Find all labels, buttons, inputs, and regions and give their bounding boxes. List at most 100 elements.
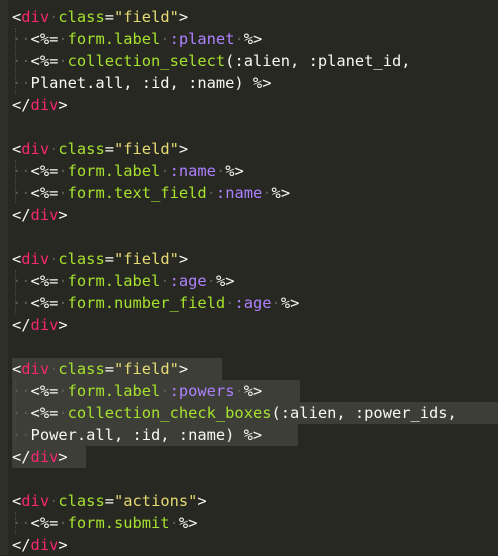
code-line-close-tag[interactable]: </div> [12, 534, 68, 556]
symbol-argument: :name [169, 162, 216, 180]
tag-bracket: < [12, 8, 22, 26]
tag-bracket: > [178, 250, 189, 268]
erb-close: %> [271, 184, 291, 202]
tag-name: div [30, 536, 59, 554]
code-editor[interactable]: <div·class="field"> ··<%=·form.label·:pla… [0, 0, 498, 555]
whitespace-dot: · [58, 52, 68, 70]
erb-open: <%= [30, 272, 59, 290]
equals-sign: = [104, 250, 114, 268]
code-line-open-tag[interactable]: <div·class="field"> [12, 248, 188, 270]
method-name: form.label [67, 162, 161, 180]
method-name: form.label [67, 30, 161, 48]
code-line-erb[interactable]: ··<%=·collection_check_boxes(:alien, :po… [12, 402, 457, 424]
code-line-close-tag[interactable]: </div> [12, 446, 68, 468]
method-name: form.number_field [67, 294, 226, 312]
whitespace-dot: · [49, 140, 59, 158]
code-line-erb[interactable]: ··<%=·form.label·:planet·%> [12, 28, 262, 50]
equals-sign: = [104, 140, 114, 158]
tag-name: div [30, 96, 59, 114]
whitespace-dot: · [206, 272, 216, 290]
indent-guide [15, 28, 16, 94]
tag-name: div [21, 360, 50, 378]
whitespace-dot: · [262, 184, 272, 202]
indent-guide [15, 380, 16, 446]
code-continuation: Planet.all, :id, :name) %> [30, 74, 272, 92]
erb-open: <%= [30, 184, 59, 202]
erb-open: <%= [30, 514, 59, 532]
attribute-name: class [58, 492, 105, 510]
symbol-argument: :age [169, 272, 207, 290]
erb-open: <%= [30, 30, 59, 48]
code-line-erb[interactable]: ··<%=·form.submit·%> [12, 512, 197, 534]
whitespace-dot: · [49, 360, 59, 378]
tag-name: div [30, 448, 59, 466]
method-name: form.text_field [67, 184, 207, 202]
whitespace-dot: · [206, 184, 216, 202]
erb-close: %> [243, 30, 263, 48]
erb-open: <%= [30, 382, 59, 400]
tag-bracket: </ [12, 206, 31, 224]
tag-bracket: > [58, 96, 68, 114]
symbol-argument: :name [215, 184, 263, 202]
method-name: form.submit [67, 514, 170, 532]
code-line-open-tag[interactable]: <div·class="field"> [12, 358, 188, 380]
whitespace-dot: · [215, 162, 226, 180]
whitespace-dot: · [160, 162, 170, 180]
code-line-erb[interactable]: ··<%=·form.number_field·:age·%> [12, 292, 299, 314]
method-name: form.label [67, 382, 161, 400]
code-line-erb[interactable]: ··<%=·form.text_field·:name·%> [12, 182, 290, 204]
whitespace-dot: · [58, 382, 68, 400]
erb-close: %> [178, 514, 198, 532]
method-arguments: (:alien, :planet_id, [225, 52, 411, 70]
code-line-erb[interactable]: ··<%=·form.label·:age·%> [12, 270, 235, 292]
tag-name: div [30, 206, 59, 224]
equals-sign: = [104, 8, 114, 26]
erb-open: <%= [30, 52, 59, 70]
method-name: form.label [67, 272, 161, 290]
attribute-name: class [58, 140, 105, 158]
attribute-value: "field" [114, 8, 179, 26]
whitespace-dot: · [160, 272, 170, 290]
symbol-argument: :planet [169, 30, 235, 48]
equals-sign: = [104, 360, 114, 378]
tag-bracket: > [178, 140, 189, 158]
whitespace-dot: · [271, 294, 281, 312]
tag-bracket: < [12, 250, 22, 268]
tag-bracket: > [58, 448, 68, 466]
erb-close: %> [280, 294, 300, 312]
whitespace-dot: · [58, 404, 68, 422]
erb-close: %> [243, 382, 263, 400]
code-line-erb[interactable]: ··<%=·form.label·:powers·%> [12, 380, 262, 402]
attribute-name: class [58, 8, 105, 26]
method-name: collection_select [67, 52, 226, 70]
code-line-close-tag[interactable]: </div> [12, 94, 68, 116]
whitespace-dot: · [160, 382, 170, 400]
whitespace-dot: · [58, 184, 68, 202]
tag-name: div [21, 8, 50, 26]
code-line-close-tag[interactable]: </div> [12, 314, 68, 336]
tag-bracket: < [12, 140, 22, 158]
code-line-open-tag[interactable]: <div·class="field"> [12, 138, 188, 160]
tag-bracket: </ [12, 316, 31, 334]
code-line-close-tag[interactable]: </div> [12, 204, 68, 226]
erb-open: <%= [30, 162, 59, 180]
erb-close: %> [225, 162, 244, 180]
erb-open: <%= [30, 404, 59, 422]
tag-bracket: </ [12, 96, 31, 114]
code-line-erb[interactable]: ··<%=·collection_select(:alien, :planet_… [12, 50, 411, 72]
code-line-continuation[interactable]: ··Planet.all, :id, :name) %> [12, 72, 271, 94]
code-line-open-tag[interactable]: <div·class="actions"> [12, 490, 207, 512]
whitespace-dot: · [49, 250, 59, 268]
attribute-name: class [58, 360, 105, 378]
tag-bracket: > [197, 492, 207, 510]
whitespace-dot: · [58, 272, 68, 290]
tag-name: div [21, 250, 50, 268]
method-name: collection_check_boxes [67, 404, 272, 422]
tag-bracket: < [12, 360, 22, 378]
tag-bracket: < [12, 492, 22, 510]
attribute-value: "actions" [114, 492, 198, 510]
tag-bracket: > [178, 8, 189, 26]
code-line-erb[interactable]: ··<%=·form.label·:name·%> [12, 160, 244, 182]
code-line-continuation[interactable]: ··Power.all, :id, :name) %> [12, 424, 262, 446]
code-line-open-tag[interactable]: <div·class="field"> [12, 6, 188, 28]
